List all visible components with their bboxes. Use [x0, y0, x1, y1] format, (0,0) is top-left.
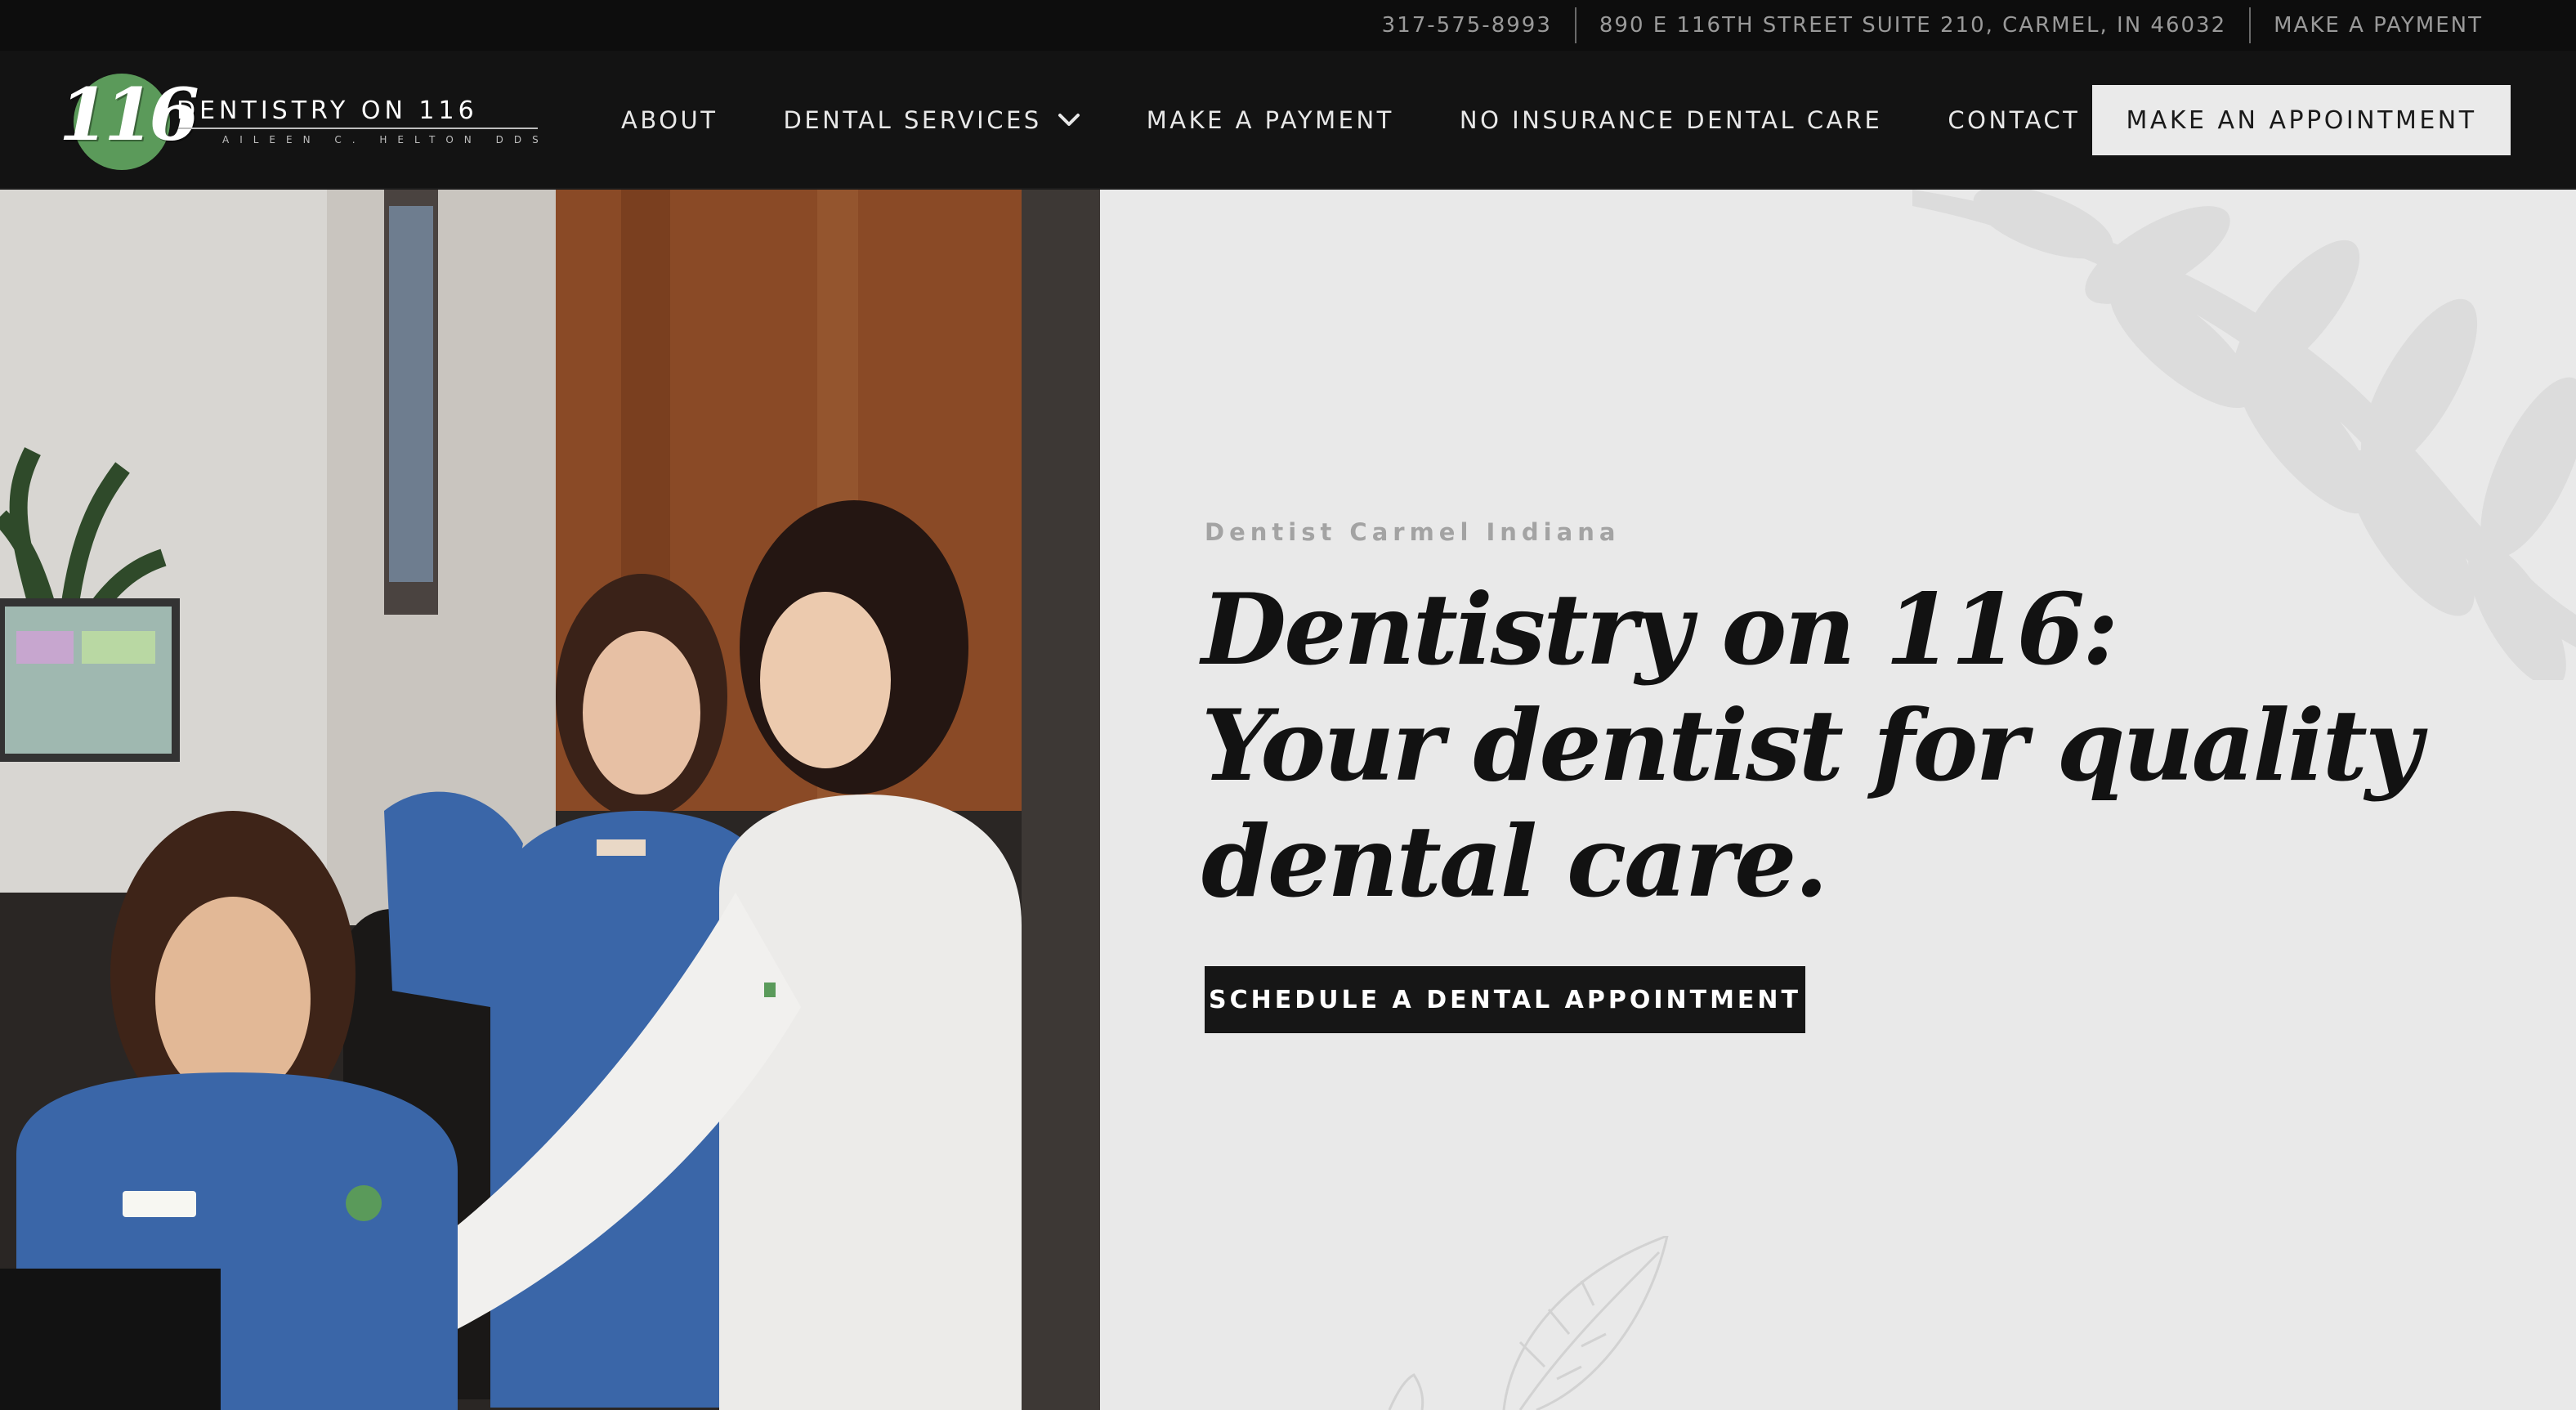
- main-nav: 116 DENTISTRY ON 116 AILEEN C. HELTON DD…: [0, 51, 2576, 190]
- utility-payment-link[interactable]: MAKE A PAYMENT: [2251, 7, 2506, 43]
- address-link[interactable]: 890 E 116TH STREET SUITE 210, CARMEL, IN…: [1576, 7, 2249, 43]
- utility-bar: 317-575-8993 890 E 116TH STREET SUITE 21…: [0, 0, 2576, 51]
- nav-item-make-a-payment[interactable]: MAKE A PAYMENT: [1147, 106, 1394, 134]
- logo-subtitle: AILEEN C. HELTON DDS: [222, 134, 549, 145]
- logo-number: 116: [59, 72, 199, 157]
- nav-item-no-insurance[interactable]: NO INSURANCE DENTAL CARE: [1460, 106, 1883, 134]
- phone-link[interactable]: 317-575-8993: [1359, 7, 1575, 43]
- nav-item-label: MAKE A PAYMENT: [1146, 106, 1394, 134]
- nav-item-label: CONTACT: [1948, 106, 2081, 134]
- hero-photo: [0, 190, 1100, 1410]
- nav-item-contact[interactable]: CONTACT: [1948, 106, 2080, 134]
- hero-eyebrow: Dentist Carmel Indiana: [1205, 518, 1621, 546]
- logo-name: DENTISTRY ON 116: [177, 96, 478, 125]
- schedule-appointment-button[interactable]: SCHEDULE A DENTAL APPOINTMENT: [1205, 966, 1805, 1033]
- hero-headline: Dentistry on 116: Your dentist for quali…: [1201, 572, 2476, 920]
- nav-item-about[interactable]: ABOUT: [621, 106, 718, 134]
- make-appointment-button[interactable]: MAKE AN APPOINTMENT: [2092, 85, 2511, 155]
- headline-line-1: Dentistry on 116:: [1201, 572, 2118, 687]
- nav-item-label: ABOUT: [621, 106, 718, 134]
- site-logo[interactable]: 116 DENTISTRY ON 116 AILEEN C. HELTON DD…: [59, 69, 539, 170]
- nav-item-dental-services[interactable]: DENTAL SERVICES: [784, 106, 1081, 134]
- headline-line-3: dental care.: [1201, 804, 1828, 920]
- headline-line-2: Your dentist for quality: [1201, 688, 2422, 803]
- leaf-outline-icon: [1388, 1236, 1669, 1410]
- hero-section: Dentist Carmel Indiana Dentistry on 116:…: [0, 190, 2576, 1410]
- nav-item-label: NO INSURANCE DENTAL CARE: [1459, 106, 1883, 134]
- chevron-down-icon[interactable]: [1057, 112, 1081, 128]
- nav-item-label: DENTAL SERVICES: [783, 106, 1042, 134]
- nav-menu: ABOUT DENTAL SERVICES MAKE A PAYMENT NO …: [621, 51, 2080, 190]
- logo-divider: [178, 128, 538, 129]
